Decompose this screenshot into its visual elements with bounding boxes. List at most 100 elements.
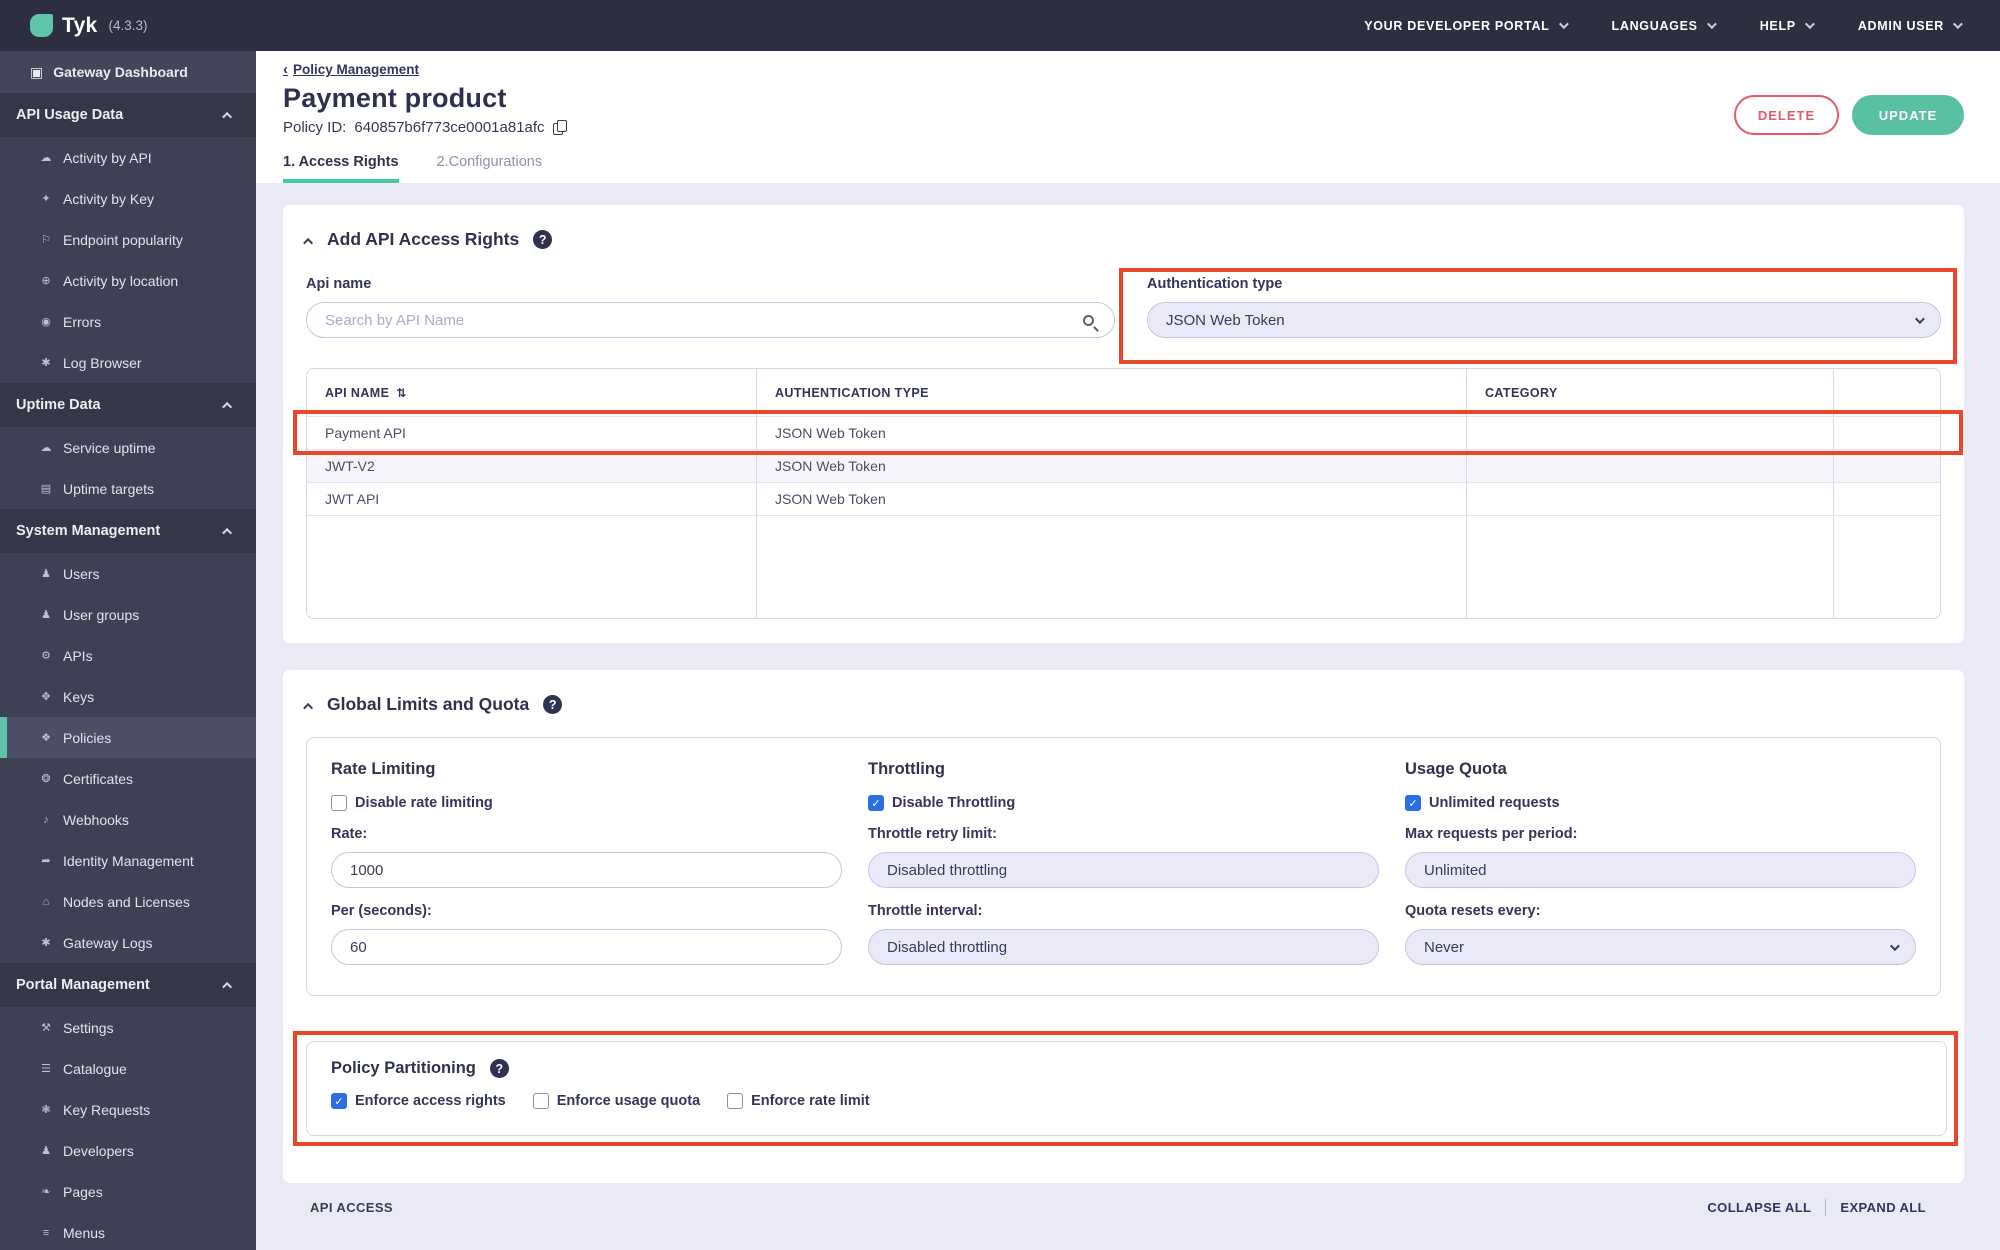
sidebar-item-webhooks[interactable]: ♪ Webhooks [0, 799, 256, 840]
sidebar-item-developers[interactable]: ♟ Developers [0, 1130, 256, 1171]
divider [1825, 1199, 1827, 1216]
quota-resets-select[interactable]: Never [1405, 929, 1916, 965]
help-icon[interactable]: ? [533, 230, 553, 249]
bell-icon: ♪ [43, 813, 49, 826]
checkbox-icon: ✓ [1405, 795, 1421, 811]
list-icon: ▤ [40, 483, 52, 495]
disable-rate-limiting-checkbox[interactable]: Disable rate limiting [331, 795, 842, 811]
user-icon: ♟ [41, 568, 51, 580]
table-row[interactable]: JWT API JSON Web Token [307, 482, 1940, 515]
menu-developer-portal[interactable]: YOUR DEVELOPER PORTAL [1364, 19, 1569, 33]
sidebar-item-policies[interactable]: ❖ Policies [0, 717, 256, 758]
sidebar-item-users[interactable]: ♟ Users [0, 553, 256, 594]
sidebar-item-pages[interactable]: ❧ Pages [0, 1171, 256, 1212]
api-access-section-label[interactable]: API ACCESS [310, 1200, 393, 1215]
enforce-rate-limit-checkbox[interactable]: Enforce rate limit [727, 1093, 870, 1109]
sidebar: ▣ Gateway Dashboard API Usage Data ☁ Act… [0, 51, 256, 1250]
collapse-chevron-icon[interactable] [303, 702, 314, 713]
sidebar-item-identity-management[interactable]: ➦ Identity Management [0, 840, 256, 881]
sidebar-item-activity-by-key[interactable]: ✦ Activity by Key [0, 178, 256, 219]
enforce-usage-quota-checkbox[interactable]: Enforce usage quota [532, 1093, 700, 1109]
checkbox-icon [727, 1093, 744, 1109]
sidebar-item-errors[interactable]: ◉ Errors [0, 301, 256, 342]
chevron-up-icon [222, 111, 233, 122]
api-search-input[interactable] [325, 311, 1083, 329]
sidebar-item-menus[interactable]: ≡ Menus [0, 1212, 256, 1250]
collapse-all-button[interactable]: COLLAPSE ALL [1707, 1200, 1811, 1215]
policy-id-label: Policy ID: [283, 119, 347, 136]
certificate-icon: ❂ [41, 773, 51, 785]
wrench-icon: ⚒ [41, 1022, 51, 1034]
rate-input[interactable] [350, 861, 823, 879]
rate-label: Rate: [331, 826, 368, 842]
delete-button[interactable]: DELETE [1734, 95, 1839, 135]
bottom-bar: API ACCESS COLLAPSE ALL EXPAND ALL [283, 1183, 1964, 1216]
api-name-label: Api name [306, 276, 372, 292]
sidebar-item-activity-by-api[interactable]: ☁ Activity by API [0, 137, 256, 178]
table-header-row: API NAME ⇅ AUTHENTICATION TYPE CATEGORY [307, 369, 1940, 416]
sidebar-item-user-groups[interactable]: ♟ User groups [0, 594, 256, 635]
search-icon[interactable] [1082, 314, 1094, 326]
table-row[interactable]: JWT-V2 JSON Web Token [307, 449, 1940, 482]
flag-icon: ⚐ [41, 234, 51, 246]
auth-type-label: Authentication type [1146, 276, 1283, 292]
checkbox-icon: ✓ [331, 1093, 347, 1109]
auth-type-select[interactable]: JSON Web Token [1146, 302, 1941, 338]
sidebar-section-system-management[interactable]: System Management [0, 509, 256, 553]
help-icon[interactable]: ? [489, 1059, 509, 1078]
sidebar-item-certificates[interactable]: ❂ Certificates [0, 758, 256, 799]
sidebar-section-api-usage-data[interactable]: API Usage Data [0, 93, 256, 137]
help-icon[interactable]: ? [543, 695, 563, 714]
sidebar-item-log-browser[interactable]: ✱ Log Browser [0, 342, 256, 383]
top-header: Tyk (4.3.3) YOUR DEVELOPER PORTAL LANGUA… [0, 0, 2000, 51]
sidebar-section-uptime-data[interactable]: Uptime Data [0, 383, 256, 427]
sidebar-item-apis[interactable]: ⚙ APIs [0, 635, 256, 676]
tab-access-rights[interactable]: 1. Access Rights [283, 154, 399, 183]
limits-card: Global Limits and Quota ? Rate Limiting … [283, 670, 1964, 1183]
menu-admin-user[interactable]: ADMIN USER [1858, 19, 1963, 33]
sidebar-item-catalogue[interactable]: ☰ Catalogue [0, 1048, 256, 1089]
page-header: ‹ Policy Management Payment product Poli… [256, 51, 2000, 183]
sort-icon[interactable]: ⇅ [396, 386, 406, 400]
users-group-icon: ♟ [41, 1145, 51, 1157]
menu-help[interactable]: HELP [1760, 19, 1815, 33]
sidebar-item-gateway-logs[interactable]: ✱ Gateway Logs [0, 922, 256, 963]
per-seconds-input[interactable] [350, 938, 823, 956]
sidebar-item-service-uptime[interactable]: ☁ Service uptime [0, 427, 256, 468]
table-row[interactable]: Payment API JSON Web Token [307, 416, 1940, 449]
chevron-down-icon [1558, 19, 1569, 30]
breadcrumb[interactable]: ‹ Policy Management [283, 61, 419, 78]
sidebar-item-nodes-and-licenses[interactable]: ⌂ Nodes and Licenses [0, 881, 256, 922]
usage-quota-column: Usage Quota ✓ Unlimited requests Max req… [1405, 760, 1916, 965]
chevron-up-icon [222, 401, 233, 412]
monitor-icon: ▣ [30, 63, 44, 80]
globe-icon: ⊕ [41, 275, 51, 287]
tab-configurations[interactable]: 2.Configurations [437, 154, 543, 183]
sidebar-item-key-requests[interactable]: ❃ Key Requests [0, 1089, 256, 1130]
tyk-logo[interactable]: Tyk (4.3.3) [30, 14, 148, 38]
logo-text: Tyk [62, 13, 98, 37]
rate-limiting-title: Rate Limiting [331, 760, 436, 778]
sidebar-item-uptime-targets[interactable]: ▤ Uptime targets [0, 468, 256, 509]
menu-languages[interactable]: LANGUAGES [1612, 19, 1717, 33]
checkbox-icon [532, 1093, 549, 1109]
sidebar-item-activity-by-location[interactable]: ⊕ Activity by location [0, 260, 256, 301]
chevron-up-icon [222, 527, 233, 538]
sidebar-item-gateway-dashboard[interactable]: ▣ Gateway Dashboard [0, 51, 256, 93]
per-seconds-field [331, 929, 842, 965]
sidebar-section-portal-management[interactable]: Portal Management [0, 963, 256, 1007]
gear-icon: ⚙ [41, 650, 51, 662]
collapse-chevron-icon[interactable] [303, 237, 314, 248]
enforce-access-rights-checkbox[interactable]: ✓ Enforce access rights [331, 1093, 506, 1109]
disable-throttling-checkbox[interactable]: ✓ Disable Throttling [868, 795, 1379, 811]
users-group-icon: ♟ [41, 609, 51, 621]
expand-all-button[interactable]: EXPAND ALL [1840, 1200, 1926, 1215]
max-requests-label: Max requests per period: [1405, 826, 1578, 842]
chevron-down-icon [1952, 19, 1963, 30]
update-button[interactable]: UPDATE [1852, 95, 1964, 135]
unlimited-requests-checkbox[interactable]: ✓ Unlimited requests [1405, 795, 1916, 811]
sidebar-item-endpoint-popularity[interactable]: ⚐ Endpoint popularity [0, 219, 256, 260]
sidebar-item-settings[interactable]: ⚒ Settings [0, 1007, 256, 1048]
copy-icon[interactable] [552, 119, 568, 136]
sidebar-item-keys[interactable]: ✥ Keys [0, 676, 256, 717]
